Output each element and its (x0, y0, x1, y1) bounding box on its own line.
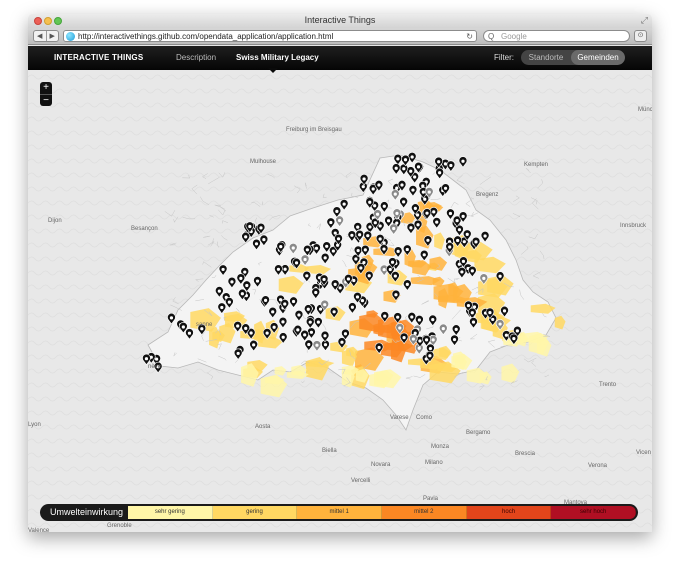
tab-overview-icon[interactable]: ⊙ (634, 30, 647, 42)
legend-cell-hoch[interactable]: hoch (466, 506, 552, 519)
place-label: Monza (431, 444, 450, 450)
place-label: Lyon (28, 422, 41, 428)
legend-cell-gering[interactable]: gering (212, 506, 298, 519)
nav-link-description[interactable]: Description (176, 53, 216, 62)
place-label: Verona (588, 463, 608, 469)
place-label: Dijon (48, 218, 62, 224)
filter-standorte-button[interactable]: Standorte (521, 50, 571, 65)
place-label: Besançon (131, 226, 158, 232)
place-label: Varese (390, 415, 409, 421)
legend-cell-sehr-gering[interactable]: sehr gering (128, 506, 213, 519)
legend-cell-mittel-1[interactable]: mittel 1 (297, 506, 383, 519)
legend-title: Umwelteinwirkung (50, 507, 124, 517)
url-text: http://interactivethings.github.com/open… (78, 32, 334, 41)
filter-label: Filter: (494, 53, 514, 62)
place-label: Innsbruck (620, 223, 647, 229)
zoom-control: + − (40, 82, 52, 106)
place-label: Como (416, 415, 433, 421)
browser-toolbar: ◀ ▶ http://interactivethings.github.com/… (28, 28, 652, 45)
search-icon: Q (488, 32, 495, 41)
filter-toggle: Standorte Gemeinden (521, 50, 625, 65)
nav-link-swiss-military-legacy[interactable]: Swiss Military Legacy (236, 53, 319, 62)
zoom-in-button[interactable]: + (40, 82, 52, 95)
place-label: Bergamo (466, 430, 491, 436)
reload-icon[interactable]: ↻ (466, 31, 473, 42)
place-label: Brescia (515, 451, 536, 457)
place-label: Pavia (423, 496, 439, 502)
brand-logo[interactable]: INTERACTIVE THINGS (54, 53, 143, 62)
zoom-out-button[interactable]: − (40, 95, 52, 107)
active-tab-caret (268, 68, 278, 73)
browser-window: Interactive Things ⤢ ◀ ▶ http://interact… (28, 14, 652, 532)
history-buttons: ◀ ▶ (33, 30, 59, 42)
place-label: Mulhouse (250, 159, 277, 165)
place-label: Grenoble (107, 523, 132, 529)
impact-legend: Umwelteinwirkung sehr gering gering mittel… (40, 504, 638, 521)
map-canvas[interactable] (28, 70, 652, 532)
place-label: Novara (371, 462, 391, 468)
legend-cell-mittel-2[interactable]: mittel 2 (382, 506, 467, 519)
place-label: Vicen (636, 450, 651, 456)
legend-cell-sehr-hoch[interactable]: sehr hoch (551, 506, 636, 519)
place-label: Bregenz (476, 192, 499, 198)
filter-gemeinden-button[interactable]: Gemeinden (571, 50, 625, 65)
title-bar: Interactive Things ⤢ (28, 14, 652, 28)
forward-icon[interactable]: ▶ (47, 31, 59, 41)
place-label: Milano (425, 460, 443, 466)
place-label: Trento (599, 382, 617, 388)
legend-scale: sehr gering gering mittel 1 mittel 2 hoch seh… (128, 506, 636, 519)
search-field[interactable]: Q Google (483, 30, 630, 42)
address-bar[interactable]: http://interactivethings.github.com/open… (63, 30, 477, 42)
search-placeholder: Google (501, 32, 527, 41)
place-label: Biella (322, 448, 337, 454)
window-title: Interactive Things (304, 15, 376, 25)
site-favicon-icon (66, 32, 75, 41)
back-icon[interactable]: ◀ (34, 31, 47, 41)
place-label: sanne (196, 322, 213, 328)
place-label: Valence (28, 528, 50, 532)
place-label: Münch (638, 107, 652, 113)
place-label: Kempten (524, 162, 549, 168)
fullscreen-icon[interactable]: ⤢ (641, 15, 648, 26)
place-label: Aosta (255, 424, 271, 430)
app-navbar: INTERACTIVE THINGS Description Swiss Mil… (28, 46, 652, 73)
place-label: nève (148, 364, 162, 370)
map-view[interactable]: + − Freiburg im Breisgau Mulhouse Kempten B… (28, 70, 652, 532)
place-label: Freiburg im Breisgau (286, 127, 342, 133)
place-label: Vercelli (351, 478, 371, 484)
